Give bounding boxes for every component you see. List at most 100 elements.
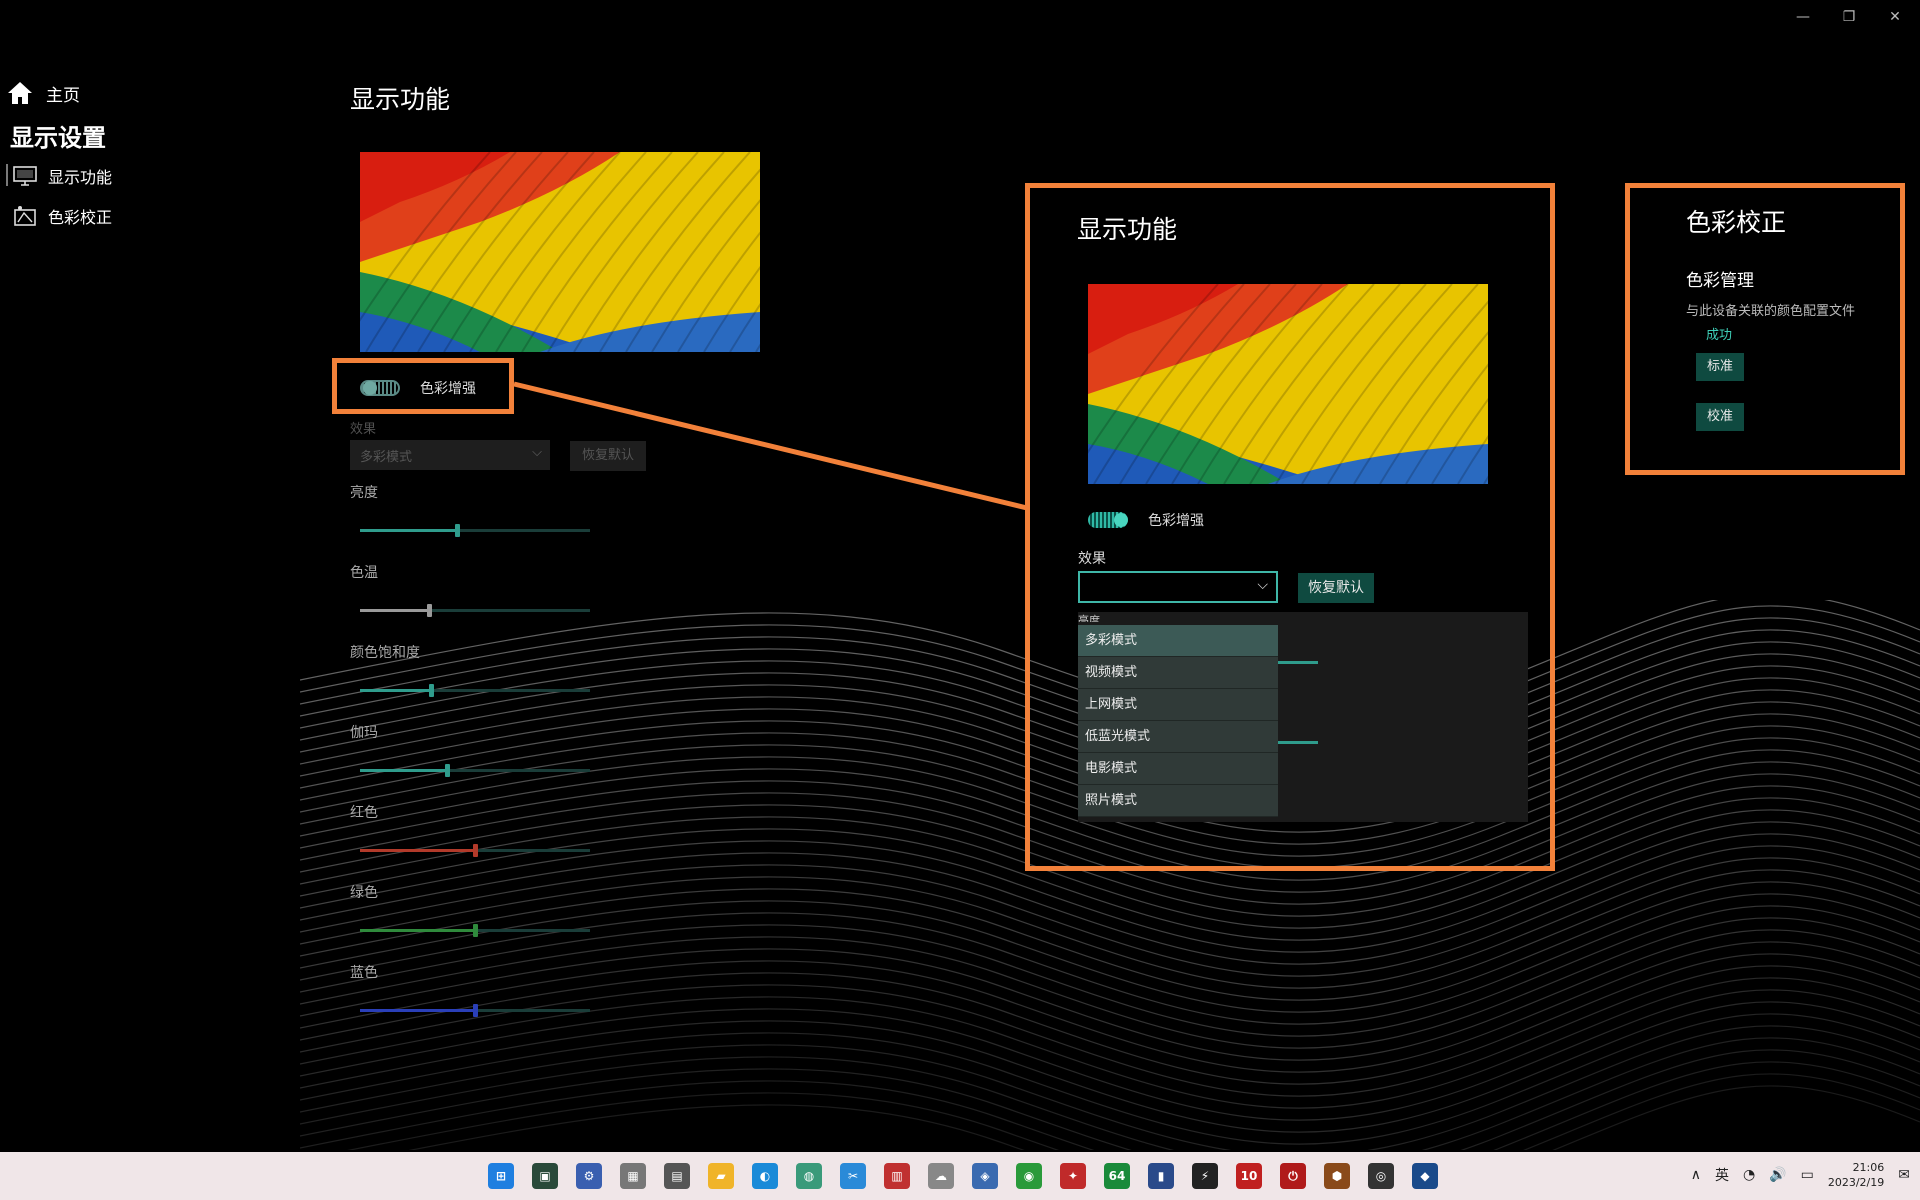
spec-icon[interactable]: ▦ xyxy=(616,1159,650,1193)
chat-icon[interactable]: ◉ xyxy=(1012,1159,1046,1193)
clock[interactable]: 21:06 2023/2/19 xyxy=(1828,1160,1884,1190)
slider-thumb[interactable] xyxy=(454,524,460,537)
minimize-button[interactable]: — xyxy=(1792,6,1814,28)
ime-indicator[interactable]: 英 xyxy=(1715,1165,1729,1185)
color-enhance-callout xyxy=(332,358,514,414)
volume-icon[interactable]: 🔊 xyxy=(1769,1167,1786,1183)
color-calibration-title: 色彩校正 xyxy=(1686,208,1787,237)
dropdown-option[interactable]: 视频模式 xyxy=(1078,657,1278,689)
shield-app-icon[interactable]: ⬢ xyxy=(1320,1159,1354,1193)
slider-thumb[interactable] xyxy=(473,844,478,857)
app-10-icon[interactable]: 10 xyxy=(1232,1159,1266,1193)
remote-desktop-icon[interactable]: ◈ xyxy=(968,1159,1002,1193)
home-label: 主页 xyxy=(46,85,80,106)
home-nav-item[interactable]: 主页 xyxy=(6,80,80,106)
taskbar: ⊞ ▣ ⚙ ▦ ▤ ▰ ◐ ◍ ✂ ▥ ☁ ◈ ◉ ✦ 64 ▮ ⚡ 10 ⏻ ⬢ ◎ ◆ ∧ 英 ◔ 🔊 ▭ 21:06… xyxy=(0,1152,1920,1200)
slider-thumb[interactable] xyxy=(473,924,478,937)
taskbar-glyph: ⚡ xyxy=(1192,1163,1218,1189)
snipping-icon[interactable]: ✂ xyxy=(836,1159,870,1193)
slider-thumb[interactable] xyxy=(427,604,432,617)
cloud-icon[interactable]: ☁ xyxy=(924,1159,958,1193)
network-monitor-icon[interactable]: ⚙ xyxy=(572,1159,606,1193)
globe-icon[interactable]: ◍ xyxy=(792,1159,826,1193)
slider-label: 颜色饱和度 xyxy=(350,645,420,661)
zoom-effect-select[interactable]: ⌵ xyxy=(1078,571,1278,603)
slider-3[interactable] xyxy=(360,764,590,777)
clock-date: 2023/2/19 xyxy=(1827,1176,1885,1189)
home-icon xyxy=(8,82,32,104)
effect-select[interactable]: 多彩模式 ⌵ xyxy=(350,440,550,470)
battery-icon[interactable]: ▭ xyxy=(1801,1167,1814,1183)
slider-6[interactable] xyxy=(360,1004,590,1017)
sound-app-icon[interactable]: ◎ xyxy=(1364,1159,1398,1193)
color-profile-description: 与此设备关联的颜色配置文件 xyxy=(1686,304,1856,319)
effect-label: 效果 xyxy=(350,422,377,437)
dropdown-option[interactable]: 上网模式 xyxy=(1078,689,1278,721)
report-icon[interactable]: ▥ xyxy=(880,1159,914,1193)
notification-icon[interactable]: ✉ xyxy=(1898,1167,1910,1183)
dropdown-option[interactable]: 低蓝光模式 xyxy=(1078,721,1278,753)
slider-label: 色温 xyxy=(350,565,378,581)
terminal-icon[interactable]: ▣ xyxy=(528,1159,562,1193)
dropdown-option[interactable]: 多彩模式 xyxy=(1078,625,1278,657)
flame-icon[interactable]: ⚡ xyxy=(1188,1159,1222,1193)
slider-5[interactable] xyxy=(360,924,590,937)
zoom-brightness-fill xyxy=(1278,661,1318,664)
reset-default-button[interactable]: 恢复默认 xyxy=(570,441,646,471)
aida64-icon[interactable]: 64 xyxy=(1100,1159,1134,1193)
slider-thumb[interactable] xyxy=(429,684,435,697)
sidebar-item-display[interactable]: 显示功能 xyxy=(5,164,112,188)
zoom-color-enhance-row: 色彩增强 xyxy=(1088,510,1204,530)
slider-label: 红色 xyxy=(350,805,378,821)
slider-fill xyxy=(360,849,475,852)
slider-label: 伽玛 xyxy=(350,725,378,741)
slider-fill xyxy=(360,1009,475,1012)
file-explorer-icon[interactable]: ▰ xyxy=(704,1159,738,1193)
zoom-color-enhance-toggle[interactable] xyxy=(1088,512,1128,528)
section-title: 显示设置 xyxy=(10,124,106,152)
clock-time: 21:06 xyxy=(1852,1161,1885,1174)
slider-4[interactable] xyxy=(360,844,590,857)
spec2-icon[interactable]: ▤ xyxy=(660,1159,694,1193)
taskbar-apps: ⊞ ▣ ⚙ ▦ ▤ ▰ ◐ ◍ ✂ ▥ ☁ ◈ ◉ ✦ 64 ▮ ⚡ 10 ⏻ ⬢ ◎ ◆ xyxy=(484,1159,1442,1193)
restore-button[interactable]: ❐ xyxy=(1838,6,1860,28)
taskbar-glyph: ⚙ xyxy=(576,1163,602,1189)
taskbar-glyph: ✦ xyxy=(1060,1163,1086,1189)
zoom-colortemp-fill xyxy=(1278,741,1318,744)
taskbar-glyph: ▣ xyxy=(532,1163,558,1189)
slider-1[interactable] xyxy=(360,604,590,617)
dropdown-option[interactable]: 照片模式 xyxy=(1078,785,1278,817)
chevron-down-icon: ⌵ xyxy=(1257,577,1268,593)
taskbar-glyph: ▦ xyxy=(620,1163,646,1189)
window-controls: — ❐ ✕ xyxy=(1792,6,1906,28)
sidebar-item-color-calibration[interactable]: 色彩校正 xyxy=(12,204,112,228)
standard-button[interactable]: 标准 xyxy=(1696,353,1744,381)
taskbar-glyph: ◈ xyxy=(972,1163,998,1189)
wifi-icon[interactable]: ◔ xyxy=(1743,1167,1755,1183)
power-icon[interactable]: ⏻ xyxy=(1276,1159,1310,1193)
slider-label: 蓝色 xyxy=(350,965,378,981)
taskbar-glyph: ✂ xyxy=(840,1163,866,1189)
slider-0[interactable] xyxy=(360,524,590,537)
slider-thumb[interactable] xyxy=(473,1004,478,1017)
dropdown-option[interactable]: 电影模式 xyxy=(1078,753,1278,785)
slider-2[interactable] xyxy=(360,684,590,697)
start-icon[interactable]: ⊞ xyxy=(484,1159,518,1193)
calibrate-button[interactable]: 校准 xyxy=(1696,403,1744,431)
zoom-color-enhance-label: 色彩增强 xyxy=(1148,513,1204,529)
game-icon[interactable]: ✦ xyxy=(1056,1159,1090,1193)
taskbar-glyph: ▰ xyxy=(708,1163,734,1189)
zoom-reset-default-button[interactable]: 恢复默认 xyxy=(1298,573,1374,603)
taskbar-glyph: ◍ xyxy=(796,1163,822,1189)
taskbar-glyph: ☁ xyxy=(928,1163,954,1189)
slider-thumb[interactable] xyxy=(445,764,451,777)
color-management-subtitle: 色彩管理 xyxy=(1686,271,1754,291)
equalizer-icon[interactable]: ▮ xyxy=(1144,1159,1178,1193)
edge-icon[interactable]: ◐ xyxy=(748,1159,782,1193)
display-app-icon[interactable]: ◆ xyxy=(1408,1159,1442,1193)
taskbar-glyph: ⏻ xyxy=(1280,1163,1306,1189)
close-button[interactable]: ✕ xyxy=(1884,6,1906,28)
tray-overflow-chevron-icon[interactable]: ∧ xyxy=(1691,1167,1701,1183)
system-tray: ∧ 英 ◔ 🔊 ▭ 21:06 2023/2/19 ✉ xyxy=(1691,1160,1910,1190)
slider-fill xyxy=(360,609,429,612)
